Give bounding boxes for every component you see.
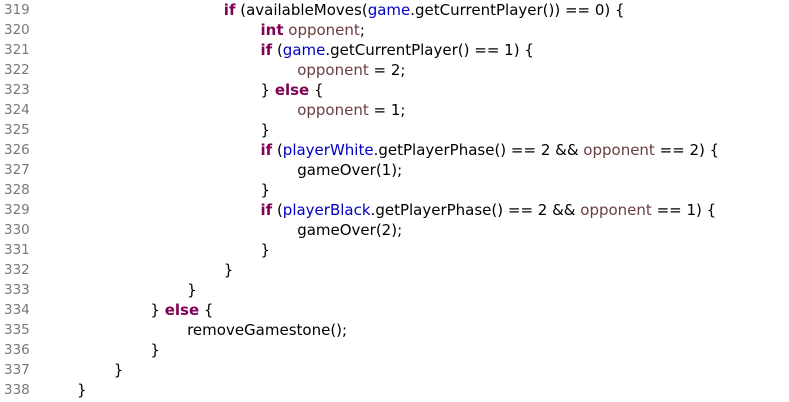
line-number-gutter: 319 320 321 322 323 324 325 326 327 328 329 330 331 3…	[0, 0, 44, 402]
code-line[interactable]: opponent = 1;	[297, 100, 405, 120]
line-number: 337	[4, 362, 30, 378]
code-line[interactable]: }	[114, 360, 124, 380]
keyword-token: if	[260, 201, 273, 219]
code-token: (	[272, 141, 283, 159]
code-editor[interactable]: 319 320 321 322 323 324 325 326 327 328 329 330 331 3…	[0, 0, 789, 402]
line-number: 328	[4, 182, 30, 198]
code-token: {	[309, 81, 324, 99]
code-token: }	[187, 281, 197, 299]
code-token: .getPlayerPhase() == 2 &&	[370, 201, 581, 219]
line-number: 331	[4, 242, 30, 258]
keyword-token: if	[223, 1, 236, 19]
code-token: }	[150, 301, 165, 319]
line-number: 320	[4, 22, 30, 38]
code-line[interactable]: }	[77, 380, 87, 400]
line-number: 335	[4, 322, 30, 338]
line-number: 321	[4, 42, 30, 58]
code-token: gameOver(2);	[297, 221, 403, 239]
line-number: 325	[4, 122, 30, 138]
field-token: playerWhite	[282, 141, 374, 159]
line-number: 333	[4, 282, 30, 298]
code-line[interactable]: opponent = 2;	[297, 60, 405, 80]
field-token: game	[367, 1, 411, 19]
code-line[interactable]: }	[150, 340, 160, 360]
keyword-token: if	[260, 41, 273, 59]
variable-token: opponent	[288, 21, 360, 39]
code-token: .getCurrentPlayer() == 1) {	[325, 41, 534, 59]
code-token: = 1;	[368, 101, 406, 119]
field-token: playerBlack	[282, 201, 371, 219]
code-line[interactable]: if (playerBlack.getPlayerPhase() == 2 &&…	[261, 200, 717, 220]
code-line[interactable]: if (game.getCurrentPlayer() == 1) {	[261, 40, 534, 60]
line-number: 336	[4, 342, 30, 358]
code-line[interactable]: }	[261, 120, 271, 140]
code-token: }	[260, 121, 271, 139]
line-number: 330	[4, 222, 30, 238]
code-line[interactable]: }	[261, 240, 271, 260]
line-number: 332	[4, 262, 30, 278]
code-line[interactable]: removeGamestone();	[187, 320, 347, 340]
variable-token: opponent	[297, 101, 369, 119]
variable-token: opponent	[580, 201, 652, 219]
code-token: gameOver(1);	[297, 161, 403, 179]
variable-token: opponent	[297, 61, 369, 79]
code-token: }	[223, 261, 234, 279]
code-token: }	[150, 341, 160, 359]
code-token: }	[260, 81, 275, 99]
code-token: .getPlayerPhase() == 2 &&	[373, 141, 584, 159]
code-line[interactable]: if (availableMoves(game.getCurrentPlayer…	[224, 0, 625, 20]
line-number: 323	[4, 82, 30, 98]
line-number: 327	[4, 162, 30, 178]
keyword-token: else	[274, 81, 310, 99]
keyword-token: else	[164, 301, 200, 319]
code-token: ;	[359, 21, 365, 39]
field-token: game	[282, 41, 326, 59]
line-number: 319	[4, 2, 30, 18]
variable-token: opponent	[583, 141, 655, 159]
line-number: 329	[4, 202, 30, 218]
code-line[interactable]: int opponent;	[261, 20, 365, 40]
code-line[interactable]: }	[261, 180, 271, 200]
code-line[interactable]: } else {	[261, 80, 324, 100]
code-token: }	[113, 361, 124, 379]
code-line[interactable]: } else {	[150, 300, 213, 320]
code-line[interactable]: }	[224, 260, 234, 280]
line-number: 322	[4, 62, 30, 78]
code-token: (	[272, 41, 283, 59]
code-token: .getCurrentPlayer()) == 0) {	[410, 1, 625, 19]
code-token: }	[77, 381, 87, 399]
code-token: }	[260, 181, 271, 199]
code-line[interactable]: }	[187, 280, 197, 300]
keyword-token: int	[260, 21, 284, 39]
code-token: {	[199, 301, 214, 319]
code-area[interactable]: if (availableMoves(game.getCurrentPlayer…	[44, 0, 789, 402]
code-line[interactable]: gameOver(2);	[297, 220, 402, 240]
code-token: (availableMoves(	[235, 1, 368, 19]
code-token: = 2;	[368, 61, 406, 79]
keyword-token: if	[260, 141, 273, 159]
line-number: 338	[4, 382, 30, 398]
line-number: 334	[4, 302, 30, 318]
code-line[interactable]: gameOver(1);	[297, 160, 402, 180]
code-line[interactable]: if (playerWhite.getPlayerPhase() == 2 &&…	[261, 140, 720, 160]
line-number: 324	[4, 102, 30, 118]
code-token: }	[260, 241, 271, 259]
code-token: removeGamestone();	[187, 321, 348, 339]
code-token: == 1) {	[651, 201, 717, 219]
code-token: == 2) {	[654, 141, 720, 159]
code-token: (	[272, 201, 283, 219]
line-number: 326	[4, 142, 30, 158]
